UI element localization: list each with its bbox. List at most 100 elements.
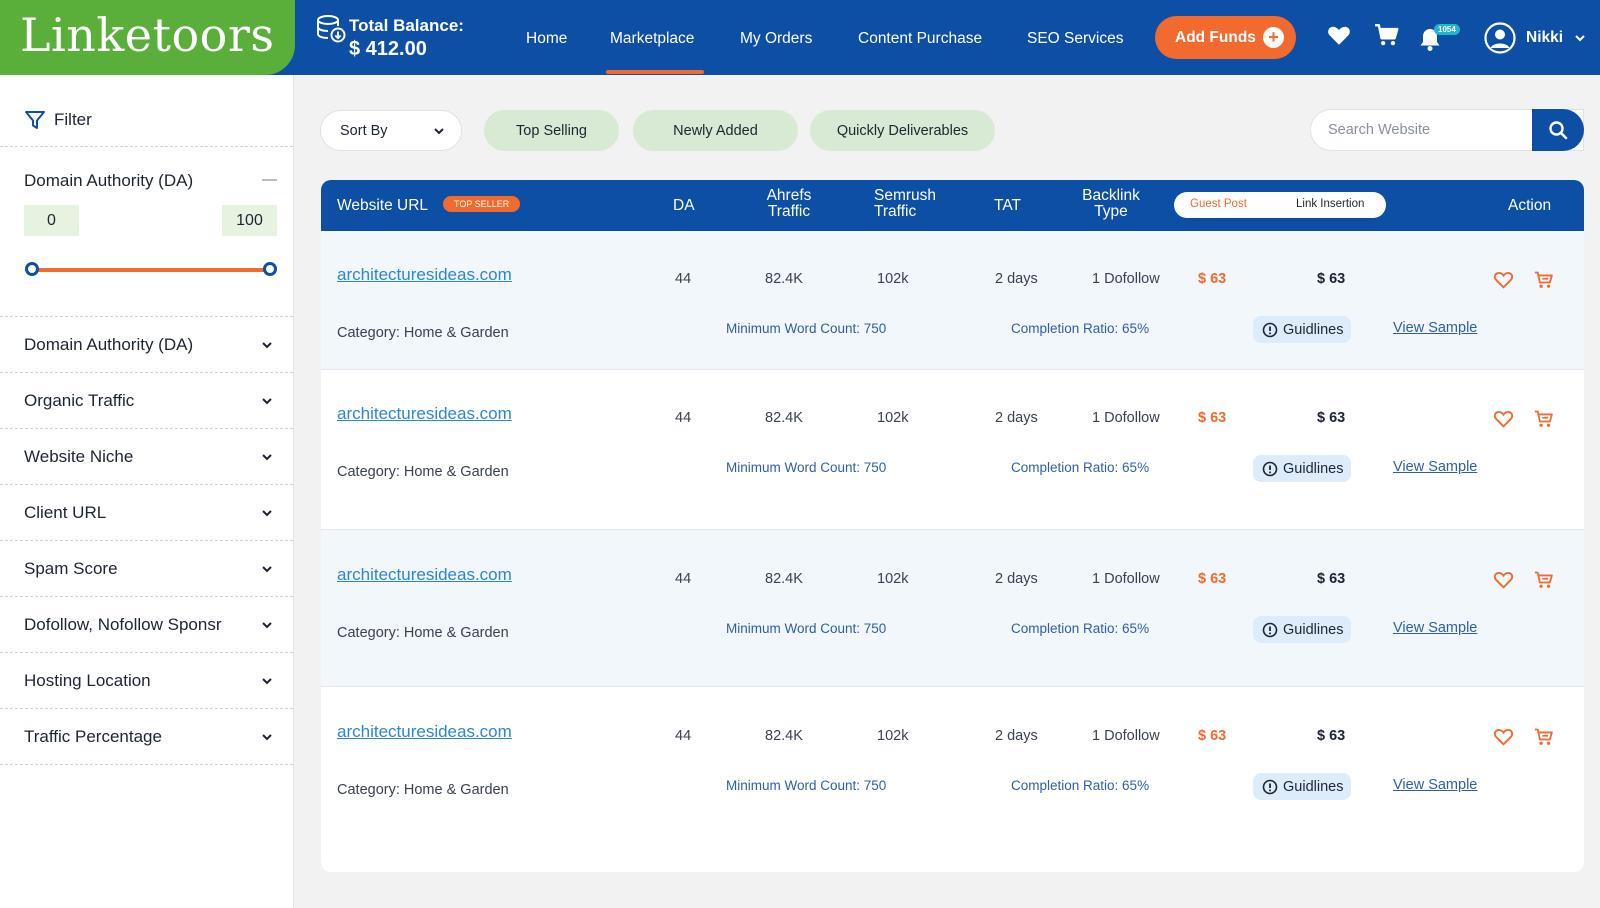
cart-icon[interactable] bbox=[1534, 270, 1554, 290]
cart-icon[interactable] bbox=[1534, 727, 1554, 747]
info-icon bbox=[1262, 622, 1278, 637]
header-da[interactable]: DA bbox=[673, 198, 695, 214]
chevron-down-icon[interactable] bbox=[1574, 33, 1586, 43]
filter-hosting-location[interactable]: Hosting Location bbox=[0, 653, 293, 709]
website-url-link[interactable]: architecturesideas.com bbox=[337, 722, 512, 742]
cart-icon[interactable] bbox=[1534, 570, 1554, 590]
filter-link-type[interactable]: Dofollow, Nofollow Sponsr bbox=[0, 597, 293, 653]
link-insertion-price: $ 63 bbox=[1317, 410, 1346, 426]
price-type-toggle[interactable]: Guest Post Link Insertion bbox=[1174, 192, 1386, 218]
website-url-link[interactable]: architecturesideas.com bbox=[337, 404, 512, 424]
header-semrush-line2: Traffic bbox=[874, 203, 917, 220]
header-semrush-traffic[interactable]: Semrush Traffic bbox=[874, 188, 936, 220]
guidelines-button[interactable]: Guidlines bbox=[1253, 455, 1351, 482]
search-input[interactable] bbox=[1311, 110, 1533, 150]
filter-organic-traffic[interactable]: Organic Traffic bbox=[0, 373, 293, 429]
toggle-guest-post[interactable]: Guest Post bbox=[1190, 198, 1247, 210]
chip-top-selling[interactable]: Top Selling bbox=[484, 110, 619, 151]
view-sample-link[interactable]: View Sample bbox=[1393, 777, 1477, 793]
guidelines-button[interactable]: Guidlines bbox=[1253, 773, 1351, 800]
table-header: Website URL TOP SELLER DA Ahrefs Traffic… bbox=[321, 180, 1584, 231]
filter-spam-score[interactable]: Spam Score bbox=[0, 541, 293, 597]
da-max-value[interactable]: 100 bbox=[222, 205, 277, 236]
filter-icon bbox=[25, 111, 45, 129]
nav-content-purchase[interactable]: Content Purchase bbox=[858, 30, 982, 48]
backlink-type-value: 1 Dofollow bbox=[1092, 271, 1160, 287]
header-semrush-line1: Semrush bbox=[874, 187, 937, 204]
view-sample-link[interactable]: View Sample bbox=[1393, 320, 1477, 336]
logo-text: Linketoors bbox=[20, 8, 275, 62]
header-ahrefs-line2: Traffic bbox=[767, 203, 811, 220]
top-seller-badge[interactable]: TOP SELLER bbox=[443, 196, 521, 212]
sort-by-select[interactable]: Sort By bbox=[320, 110, 462, 151]
filter-label: Filter bbox=[54, 110, 92, 129]
da-slider-track[interactable] bbox=[32, 268, 270, 272]
chevron-down-icon bbox=[262, 621, 272, 628]
heart-icon[interactable] bbox=[1493, 409, 1514, 428]
cart-icon[interactable] bbox=[1534, 409, 1554, 429]
search-button[interactable] bbox=[1532, 109, 1584, 151]
logo[interactable]: Linketoors bbox=[0, 0, 295, 75]
filter-domain-authority[interactable]: Domain Authority (DA) bbox=[0, 317, 293, 373]
database-download-icon bbox=[317, 15, 346, 43]
filter-label: Domain Authority (DA) bbox=[24, 334, 194, 354]
guest-post-price: $ 63 bbox=[1198, 571, 1227, 587]
cart-icon[interactable] bbox=[1374, 22, 1400, 48]
guidelines-button[interactable]: Guidlines bbox=[1253, 616, 1351, 643]
da-filter-title: Domain Authority (DA) bbox=[24, 171, 194, 190]
user-circle-icon[interactable] bbox=[1484, 22, 1516, 54]
toggle-link-insertion[interactable]: Link Insertion bbox=[1296, 198, 1364, 210]
header-website-url: Website URL bbox=[337, 197, 429, 214]
sort-by-label: Sort By bbox=[340, 122, 388, 139]
chip-newly-added[interactable]: Newly Added bbox=[633, 110, 798, 151]
chevron-down-icon bbox=[262, 341, 272, 348]
nav-marketplace[interactable]: Marketplace bbox=[610, 30, 694, 48]
semrush-traffic-value: 102k bbox=[877, 410, 909, 426]
heart-icon[interactable] bbox=[1493, 270, 1514, 289]
link-insertion-price: $ 63 bbox=[1317, 728, 1346, 744]
website-table: Website URL TOP SELLER DA Ahrefs Traffic… bbox=[321, 180, 1584, 872]
category-text: Category: Home & Garden bbox=[337, 782, 509, 798]
table-row: architecturesideas.com Category: Home & … bbox=[321, 231, 1584, 370]
header-tat[interactable]: TAT bbox=[994, 198, 1021, 214]
chip-quickly-deliverables[interactable]: Quickly Deliverables bbox=[810, 110, 995, 151]
header-ahrefs-line1: Ahrefs bbox=[766, 187, 812, 204]
search-icon bbox=[1549, 121, 1568, 140]
backlink-type-value: 1 Dofollow bbox=[1092, 410, 1160, 426]
completion-ratio: Completion Ratio: 65% bbox=[1011, 321, 1150, 336]
filter-client-url[interactable]: Client URL bbox=[0, 485, 293, 541]
website-url-link[interactable]: architecturesideas.com bbox=[337, 265, 512, 285]
collapse-icon[interactable] bbox=[262, 179, 277, 181]
filter-label: Traffic Percentage bbox=[24, 726, 162, 746]
ahrefs-traffic-value: 82.4K bbox=[765, 728, 803, 744]
filter-header: Filter bbox=[24, 109, 92, 131]
da-min-value[interactable]: 0 bbox=[24, 205, 79, 236]
nav-my-orders[interactable]: My Orders bbox=[740, 30, 812, 48]
website-url-link[interactable]: architecturesideas.com bbox=[337, 565, 512, 585]
heart-icon[interactable] bbox=[1493, 570, 1514, 589]
backlink-type-value: 1 Dofollow bbox=[1092, 571, 1160, 587]
completion-ratio: Completion Ratio: 65% bbox=[1011, 621, 1150, 636]
add-funds-button[interactable]: Add Funds + bbox=[1155, 16, 1296, 59]
table-row: architecturesideas.com Category: Home & … bbox=[321, 370, 1584, 530]
filter-website-niche[interactable]: Website Niche bbox=[0, 429, 293, 485]
min-word-count: Minimum Word Count: 750 bbox=[726, 621, 887, 636]
header-backlink-type[interactable]: Backlink Type bbox=[1078, 188, 1144, 220]
user-name[interactable]: Nikki bbox=[1526, 29, 1563, 47]
view-sample-link[interactable]: View Sample bbox=[1393, 459, 1477, 475]
guidelines-button[interactable]: Guidlines bbox=[1253, 316, 1351, 343]
filter-sidebar: Filter Domain Authority (DA) 0 100 Domai… bbox=[0, 75, 294, 908]
heart-icon[interactable] bbox=[1326, 22, 1352, 48]
filter-traffic-percentage[interactable]: Traffic Percentage bbox=[0, 709, 293, 765]
da-slider-min-handle[interactable] bbox=[25, 262, 39, 276]
tat-value: 2 days bbox=[995, 728, 1038, 744]
nav-seo-services[interactable]: SEO Services bbox=[1027, 30, 1123, 48]
view-sample-link[interactable]: View Sample bbox=[1393, 620, 1477, 636]
da-value: 44 bbox=[675, 410, 692, 426]
da-slider-max-handle[interactable] bbox=[263, 262, 277, 276]
nav-home[interactable]: Home bbox=[526, 30, 567, 48]
header-ahrefs-traffic[interactable]: Ahrefs Traffic bbox=[759, 188, 819, 220]
guidelines-label: Guidlines bbox=[1283, 460, 1344, 477]
chevron-down-icon bbox=[434, 127, 444, 134]
heart-icon[interactable] bbox=[1493, 727, 1514, 746]
